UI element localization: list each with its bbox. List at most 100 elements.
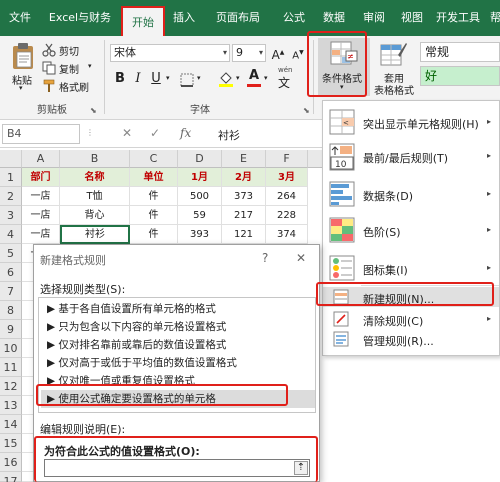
formula-input-field[interactable]: ⇡	[44, 459, 310, 477]
table-cell[interactable]: 393	[178, 225, 222, 244]
row-header-11[interactable]: 11	[0, 358, 22, 377]
table-header-cell[interactable]: 3月	[266, 168, 308, 187]
tab-developer[interactable]: 开发工具	[430, 0, 486, 36]
cancel-icon[interactable]: ✕	[122, 126, 132, 140]
menu-item-highlight-cells[interactable]: < 突出显示单元格规则(H) ▸	[323, 105, 499, 139]
name-box[interactable]: B4	[2, 124, 80, 144]
selected-cell[interactable]: 衬衫	[60, 225, 130, 244]
table-cell[interactable]: 264	[266, 187, 308, 206]
menu-item-top-bottom[interactable]: 10 最前/最后规则(T) ▸	[323, 139, 499, 173]
row-header-5[interactable]: 5	[0, 244, 22, 263]
tab-formulas[interactable]: 公式	[274, 0, 314, 36]
table-cell[interactable]: 一店	[22, 206, 60, 225]
tab-page-layout[interactable]: 页面布局	[202, 0, 274, 36]
chevron-down-icon[interactable]: ▾	[166, 74, 170, 82]
column-header-f[interactable]: F	[266, 150, 308, 168]
formula-input[interactable]: 衬衫	[218, 127, 240, 143]
table-cell[interactable]: 121	[222, 225, 266, 244]
increase-font-icon[interactable]: A▲	[270, 44, 286, 62]
style-good[interactable]: 好	[420, 66, 500, 86]
row-header-12[interactable]: 12	[0, 377, 22, 396]
tab-help[interactable]: 帮助	[486, 0, 500, 36]
italic-button[interactable]: I	[130, 70, 146, 88]
column-header-e[interactable]: E	[222, 150, 266, 168]
row-header-6[interactable]: 6	[0, 263, 22, 282]
name-box-dropdown-icon[interactable]: ⋮	[86, 128, 94, 137]
table-cell[interactable]: 228	[266, 206, 308, 225]
table-cell[interactable]: 374	[266, 225, 308, 244]
select-all-corner[interactable]	[0, 150, 22, 168]
rule-type-item[interactable]: ▶ 只为包含以下内容的单元格设置格式	[41, 318, 315, 336]
row-header-13[interactable]: 13	[0, 396, 22, 415]
font-size-select[interactable]: 9 ▾	[232, 44, 266, 62]
border-icon[interactable]	[180, 73, 194, 87]
tab-review[interactable]: 审阅	[354, 0, 394, 36]
column-header-d[interactable]: D	[178, 150, 222, 168]
rule-type-item-selected[interactable]: ▶ 使用公式确定要设置格式的单元格	[41, 390, 315, 408]
menu-item-icon-sets[interactable]: 图标集(I) ▸	[323, 251, 499, 285]
row-header-9[interactable]: 9	[0, 320, 22, 339]
table-header-cell[interactable]: 名称	[60, 168, 130, 187]
dialog-launcher-icon[interactable]: ⬊	[303, 106, 310, 115]
style-normal[interactable]: 常规	[420, 42, 500, 62]
row-header-7[interactable]: 7	[0, 282, 22, 301]
tab-data[interactable]: 数据	[314, 0, 354, 36]
tab-home[interactable]: 开始	[121, 6, 165, 36]
dialog-launcher-icon[interactable]: ⬊	[90, 106, 97, 115]
table-cell[interactable]: 59	[178, 206, 222, 225]
tab-file[interactable]: 文件	[0, 0, 40, 36]
table-cell[interactable]: T恤	[60, 187, 130, 206]
table-cell[interactable]: 217	[222, 206, 266, 225]
row-header-3[interactable]: 3	[0, 206, 22, 225]
menu-item-new-rule[interactable]: 新建规则(N)...	[323, 287, 499, 307]
font-name-select[interactable]: 宋体 ▾	[110, 44, 230, 62]
enter-icon[interactable]: ✓	[150, 126, 160, 140]
fx-icon[interactable]: fx	[180, 126, 191, 140]
row-header-14[interactable]: 14	[0, 415, 22, 434]
menu-item-color-scales[interactable]: 色阶(S) ▸	[323, 213, 499, 247]
collapse-dialog-button[interactable]: ⇡	[294, 461, 308, 475]
underline-button[interactable]: U	[148, 70, 164, 88]
table-cell[interactable]: 373	[222, 187, 266, 206]
rule-type-item[interactable]: ▶ 仅对排名靠前或靠后的数值设置格式	[41, 336, 315, 354]
bold-button[interactable]: B	[112, 70, 128, 88]
chevron-down-icon[interactable]: ▾	[197, 74, 201, 82]
row-header-1[interactable]: 1	[0, 168, 22, 187]
row-header-8[interactable]: 8	[0, 301, 22, 320]
menu-item-data-bars[interactable]: 数据条(D) ▸	[323, 177, 499, 211]
row-header-15[interactable]: 15	[0, 434, 22, 453]
row-header-17[interactable]: 17	[0, 472, 22, 482]
chevron-down-icon[interactable]: ▾	[236, 74, 240, 82]
paste-button[interactable]: 粘贴 ▾	[6, 40, 40, 92]
chevron-down-icon[interactable]: ▾	[264, 74, 268, 82]
font-color-button[interactable]: A	[246, 68, 262, 88]
row-header-16[interactable]: 16	[0, 453, 22, 472]
close-icon[interactable]: ✕	[296, 251, 306, 265]
menu-item-clear-rules[interactable]: 清除规则(C) ▸	[323, 309, 499, 329]
table-header-cell[interactable]: 2月	[222, 168, 266, 187]
tab-excel-finance[interactable]: Excel与财务	[40, 0, 120, 36]
decrease-font-icon[interactable]: A▼	[290, 44, 306, 62]
table-header-cell[interactable]: 1月	[178, 168, 222, 187]
table-cell[interactable]: 件	[130, 225, 178, 244]
rule-type-item[interactable]: ▶ 基于各自值设置所有单元格的格式	[41, 300, 315, 318]
rule-type-item[interactable]: ▶ 仅对唯一值或重复值设置格式	[41, 372, 315, 390]
table-cell[interactable]: 件	[130, 187, 178, 206]
format-painter-button[interactable]: 格式刷	[42, 78, 98, 94]
table-cell[interactable]: 背心	[60, 206, 130, 225]
row-header-4[interactable]: 4	[0, 225, 22, 244]
table-header-cell[interactable]: 单位	[130, 168, 178, 187]
fill-color-icon[interactable]	[218, 70, 234, 88]
table-cell[interactable]: 500	[178, 187, 222, 206]
row-header-2[interactable]: 2	[0, 187, 22, 206]
cut-button[interactable]: 剪切	[42, 42, 98, 58]
tab-view[interactable]: 视图	[394, 0, 430, 36]
tab-insert[interactable]: 插入	[166, 0, 202, 36]
help-icon[interactable]: ?	[262, 251, 268, 265]
table-cell[interactable]: 件	[130, 206, 178, 225]
column-header-b[interactable]: B	[60, 150, 130, 168]
table-header-cell[interactable]: 部门	[22, 168, 60, 187]
menu-item-manage-rules[interactable]: 管理规则(R)...	[323, 329, 499, 349]
copy-button[interactable]: 复制 ▾	[42, 60, 98, 76]
format-as-table-button[interactable]: 套用 表格格式	[372, 38, 416, 97]
